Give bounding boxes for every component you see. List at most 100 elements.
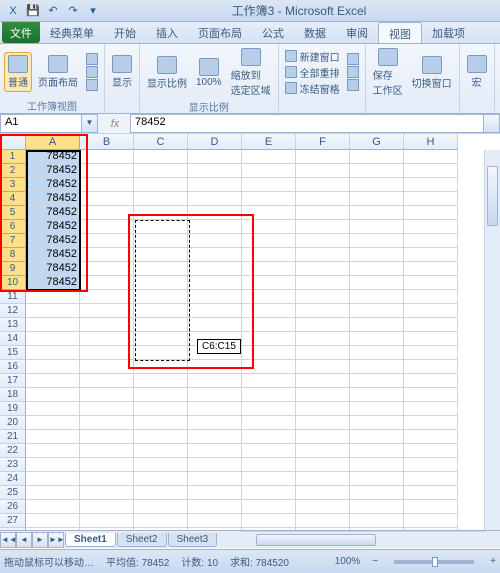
formula-bar-expand[interactable] [484,114,500,133]
sheet-tab-2[interactable]: Sheet2 [117,533,167,547]
cell-D13[interactable] [188,318,242,332]
cell-F8[interactable] [296,248,350,262]
cell-E16[interactable] [242,360,296,374]
cell-F13[interactable] [296,318,350,332]
cell-B8[interactable] [80,248,134,262]
vertical-scrollbar[interactable] [484,150,500,530]
cell-G6[interactable] [350,220,404,234]
cell-G8[interactable] [350,248,404,262]
cell-E6[interactable] [242,220,296,234]
cell-A8[interactable]: 78452 [26,248,80,262]
cell-F3[interactable] [296,178,350,192]
cell-F7[interactable] [296,234,350,248]
cell-E23[interactable] [242,458,296,472]
col-header-E[interactable]: E [242,134,296,150]
cell-H5[interactable] [404,206,458,220]
cell-F17[interactable] [296,374,350,388]
cell-F11[interactable] [296,290,350,304]
spreadsheet-grid[interactable]: ABCDEFGH 1234567891011121314151617181920… [0,134,500,548]
row-header-16[interactable]: 16 [0,360,26,374]
cell-C26[interactable] [134,500,188,514]
cell-A1[interactable]: 78452 [26,150,80,164]
cell-C14[interactable] [134,332,188,346]
cell-F27[interactable] [296,514,350,528]
cell-H3[interactable] [404,178,458,192]
cell-G25[interactable] [350,486,404,500]
tab-insert[interactable]: 插入 [146,22,188,43]
col-header-H[interactable]: H [404,134,458,150]
zoom-slider[interactable] [394,560,474,564]
zoom-to-selection-button[interactable]: 缩放到 选定区域 [228,46,274,99]
cell-D25[interactable] [188,486,242,500]
cell-B18[interactable] [80,388,134,402]
cell-A3[interactable]: 78452 [26,178,80,192]
cell-F9[interactable] [296,262,350,276]
cell-C3[interactable] [134,178,188,192]
cell-E10[interactable] [242,276,296,290]
cell-G2[interactable] [350,164,404,178]
cell-D23[interactable] [188,458,242,472]
arrange-all-button[interactable]: 全部重排 [283,65,342,80]
cell-H4[interactable] [404,192,458,206]
cell-A17[interactable] [26,374,80,388]
row-header-14[interactable]: 14 [0,332,26,346]
cell-D21[interactable] [188,430,242,444]
cell-C6[interactable] [134,220,188,234]
cell-B13[interactable] [80,318,134,332]
zoom-ratio-button[interactable]: 显示比例 [144,54,190,92]
unhide-button[interactable] [345,79,361,91]
cell-B6[interactable] [80,220,134,234]
tab-data[interactable]: 数据 [294,22,336,43]
cell-F10[interactable] [296,276,350,290]
cell-D6[interactable] [188,220,242,234]
col-header-C[interactable]: C [134,134,188,150]
sheet-tab-3[interactable]: Sheet3 [168,533,218,547]
row-header-23[interactable]: 23 [0,458,26,472]
row-header-13[interactable]: 13 [0,318,26,332]
formula-bar[interactable]: 78452 [130,114,484,133]
cell-C20[interactable] [134,416,188,430]
cell-E15[interactable] [242,346,296,360]
row-header-2[interactable]: 2 [0,164,26,178]
cell-G10[interactable] [350,276,404,290]
col-header-B[interactable]: B [80,134,134,150]
cell-C27[interactable] [134,514,188,528]
cell-H9[interactable] [404,262,458,276]
row-header-7[interactable]: 7 [0,234,26,248]
cell-B22[interactable] [80,444,134,458]
cell-D26[interactable] [188,500,242,514]
cell-E12[interactable] [242,304,296,318]
cell-D12[interactable] [188,304,242,318]
row-header-27[interactable]: 27 [0,514,26,528]
cell-D5[interactable] [188,206,242,220]
cell-A21[interactable] [26,430,80,444]
cell-F26[interactable] [296,500,350,514]
row-header-26[interactable]: 26 [0,500,26,514]
col-header-A[interactable]: A [26,134,80,150]
cell-H24[interactable] [404,472,458,486]
cell-A4[interactable]: 78452 [26,192,80,206]
cell-F22[interactable] [296,444,350,458]
cell-B15[interactable] [80,346,134,360]
cell-F24[interactable] [296,472,350,486]
cell-F1[interactable] [296,150,350,164]
cell-C1[interactable] [134,150,188,164]
row-header-5[interactable]: 5 [0,206,26,220]
cell-B4[interactable] [80,192,134,206]
cell-D27[interactable] [188,514,242,528]
qat-dropdown-icon[interactable]: ▾ [84,2,102,20]
cell-C5[interactable] [134,206,188,220]
row-header-21[interactable]: 21 [0,430,26,444]
cell-E3[interactable] [242,178,296,192]
cell-C11[interactable] [134,290,188,304]
select-all-corner[interactable] [0,134,26,150]
cell-C10[interactable] [134,276,188,290]
cell-F21[interactable] [296,430,350,444]
col-header-D[interactable]: D [188,134,242,150]
cell-G17[interactable] [350,374,404,388]
row-header-17[interactable]: 17 [0,374,26,388]
redo-icon[interactable]: ↷ [64,2,82,20]
excel-icon[interactable]: X [4,2,22,20]
cell-D2[interactable] [188,164,242,178]
cell-E22[interactable] [242,444,296,458]
